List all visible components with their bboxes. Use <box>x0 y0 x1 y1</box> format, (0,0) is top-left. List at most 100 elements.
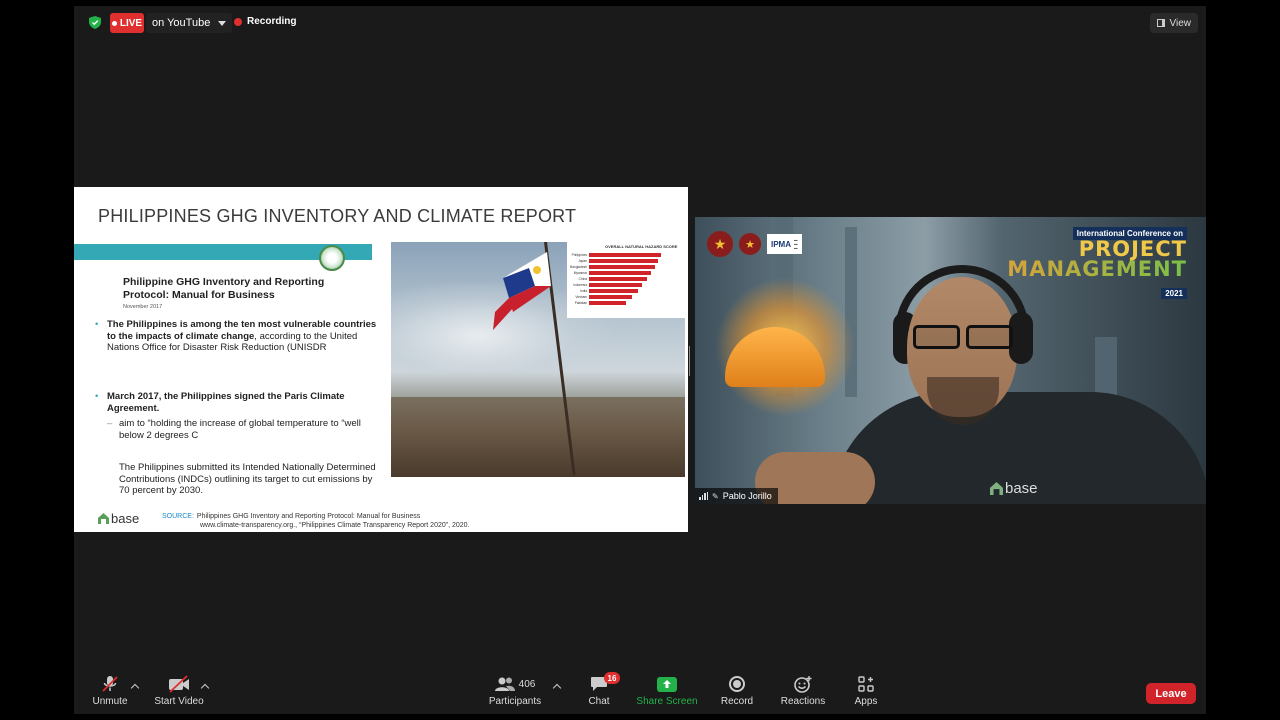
smiley-plus-icon <box>793 675 813 693</box>
inset-chart-row: Philippines <box>567 252 661 257</box>
bullet-icon: • <box>95 319 99 330</box>
shirt-base-logo: base <box>990 480 1038 497</box>
inset-chart-bar <box>589 270 651 275</box>
participants-icon: 406 <box>494 675 535 693</box>
source-citation: SOURCE: Philippines GHG Inventory and Rep… <box>162 512 470 530</box>
agency-seal-logo <box>319 245 345 271</box>
participants-button[interactable]: 406 Participants <box>488 675 542 707</box>
inset-chart-label: Myanmar <box>573 270 587 275</box>
shirt-logo-text: base <box>1005 480 1038 497</box>
typhoon-aftermath-photo: OVERALL NATURAL HAZARD SCORE Philippines… <box>391 242 685 477</box>
video-off-icon <box>168 675 190 693</box>
view-layout-icon <box>1156 19 1165 27</box>
dash-icon: – <box>107 418 113 429</box>
chevron-down-icon <box>218 20 227 26</box>
inset-chart-bar <box>589 258 659 263</box>
apps-label: Apps <box>854 696 878 707</box>
inset-chart-row: Pakistan <box>567 300 627 305</box>
sponsor-logos: ★ ★ IPMA ▬ ▬ ▬ <box>707 231 802 257</box>
star-seal-logo: ★ <box>707 231 733 257</box>
microphone-muted-icon <box>101 675 119 693</box>
participant-name-tag: ✎ Pablo Jorillo <box>695 488 778 504</box>
shared-screen-slide: PHILIPPINES GHG INVENTORY AND CLIMATE RE… <box>74 187 688 532</box>
chat-button[interactable]: 16 Chat <box>586 672 620 707</box>
speaker-video-tile[interactable]: International Conference on PROJECT MANA… <box>695 217 1206 504</box>
chat-unread-badge: 16 <box>604 672 620 684</box>
shield-icon[interactable] <box>89 16 101 29</box>
zoom-meeting-window: LIVE on YouTube Recording View PHILIPPIN… <box>74 6 1206 714</box>
view-label: View <box>1169 17 1192 29</box>
bullet-paris-agreement: • March 2017, the Philippines signed the… <box>95 391 382 414</box>
inset-chart-bar <box>589 294 633 299</box>
inset-chart-label: Vietnam <box>575 294 587 299</box>
slide-title: PHILIPPINES GHG INVENTORY AND CLIMATE RE… <box>98 206 577 226</box>
recording-label: Recording <box>247 16 297 27</box>
unmute-button[interactable]: Unmute <box>92 675 128 707</box>
live-label: LIVE <box>119 17 143 29</box>
live-badge[interactable]: LIVE <box>110 13 144 33</box>
meeting-toolbar: Unmute Start Video 406 Participants 16 C… <box>74 672 1206 714</box>
record-icon <box>729 676 745 692</box>
inset-chart-row: Myanmar <box>567 270 651 275</box>
participants-caret-icon[interactable] <box>552 683 562 693</box>
share-screen-button[interactable]: Share Screen <box>636 675 698 707</box>
base-logo: base <box>98 511 139 526</box>
ipma-logo-text: IPMA <box>771 239 791 249</box>
signal-strength-icon <box>699 492 708 500</box>
chat-label: Chat <box>588 696 610 707</box>
conference-title-line-1: PROJECT <box>1078 237 1187 261</box>
conference-year: 2021 <box>1161 288 1187 299</box>
chat-icon: 16 <box>590 672 620 693</box>
inset-chart-label: India <box>580 288 587 293</box>
source-text: Philippines GHG Inventory and Reporting … <box>196 513 421 520</box>
recording-indicator[interactable]: Recording <box>234 16 296 27</box>
document-date: November 2017 <box>123 304 163 310</box>
live-dot-icon <box>111 20 117 26</box>
sub-bullet-text: aim to “holding the increase of global t… <box>119 418 361 441</box>
house-icon <box>990 482 1003 495</box>
inset-chart-label: China <box>578 276 587 281</box>
source-label: SOURCE: <box>162 513 194 520</box>
split-view-handle[interactable] <box>688 346 692 376</box>
top-bar: LIVE on YouTube Recording View <box>74 6 1206 40</box>
star-seal-small-logo: ★ <box>739 233 761 255</box>
eyeglasses <box>913 325 1013 349</box>
record-button[interactable]: Record <box>719 675 755 707</box>
reactions-button[interactable]: Reactions <box>779 675 827 707</box>
participant-name: Pablo Jorillo <box>722 491 772 501</box>
inset-chart-bar <box>589 264 656 269</box>
share-screen-label: Share Screen <box>636 696 698 707</box>
view-button[interactable]: View <box>1149 13 1198 33</box>
stream-target-dropdown[interactable]: on YouTube <box>146 13 233 33</box>
audio-options-caret-icon[interactable] <box>130 683 140 693</box>
inset-chart-bar <box>589 300 627 305</box>
unmute-label: Unmute <box>92 696 128 707</box>
pin-icon: ✎ <box>712 491 719 501</box>
inset-chart-title: OVERALL NATURAL HAZARD SCORE <box>605 244 678 249</box>
inset-chart-row: India <box>567 288 638 293</box>
record-dot-icon <box>234 17 242 26</box>
inset-chart-label: Pakistan <box>574 300 587 305</box>
inset-chart-label: Japan <box>578 258 587 263</box>
apps-icon <box>858 675 874 693</box>
start-video-button[interactable]: Start Video <box>154 675 204 707</box>
apps-button[interactable]: Apps <box>852 675 880 707</box>
inset-chart-bar <box>589 288 638 293</box>
bullet-icon: • <box>95 391 99 402</box>
base-logo-text: base <box>111 511 140 526</box>
indc-paragraph: The Philippines submitted its Intended N… <box>119 462 376 496</box>
inset-chart-bar <box>589 282 643 287</box>
stream-target-label: on YouTube <box>152 17 211 29</box>
bullet-vulnerability: • The Philippines is among the ten most … <box>95 319 382 354</box>
philippine-flag-icon <box>493 252 551 330</box>
hazard-score-inset-chart: OVERALL NATURAL HAZARD SCORE Philippines… <box>567 242 685 318</box>
participants-label: Participants <box>488 696 542 707</box>
inset-chart-row: Bangladesh <box>567 264 656 269</box>
bullet-2-bold: March 2017, the Philippines signed the P… <box>107 391 345 414</box>
reactions-label: Reactions <box>780 696 826 707</box>
ipma-logo: IPMA ▬ ▬ ▬ <box>767 234 802 254</box>
leave-button[interactable]: Leave <box>1146 683 1196 704</box>
inset-chart-row: Japan <box>567 258 659 263</box>
source-url: www.climate-transparency.org., “Philippi… <box>200 522 470 529</box>
conference-title-line-2: MANAGEMENT <box>1007 257 1187 281</box>
